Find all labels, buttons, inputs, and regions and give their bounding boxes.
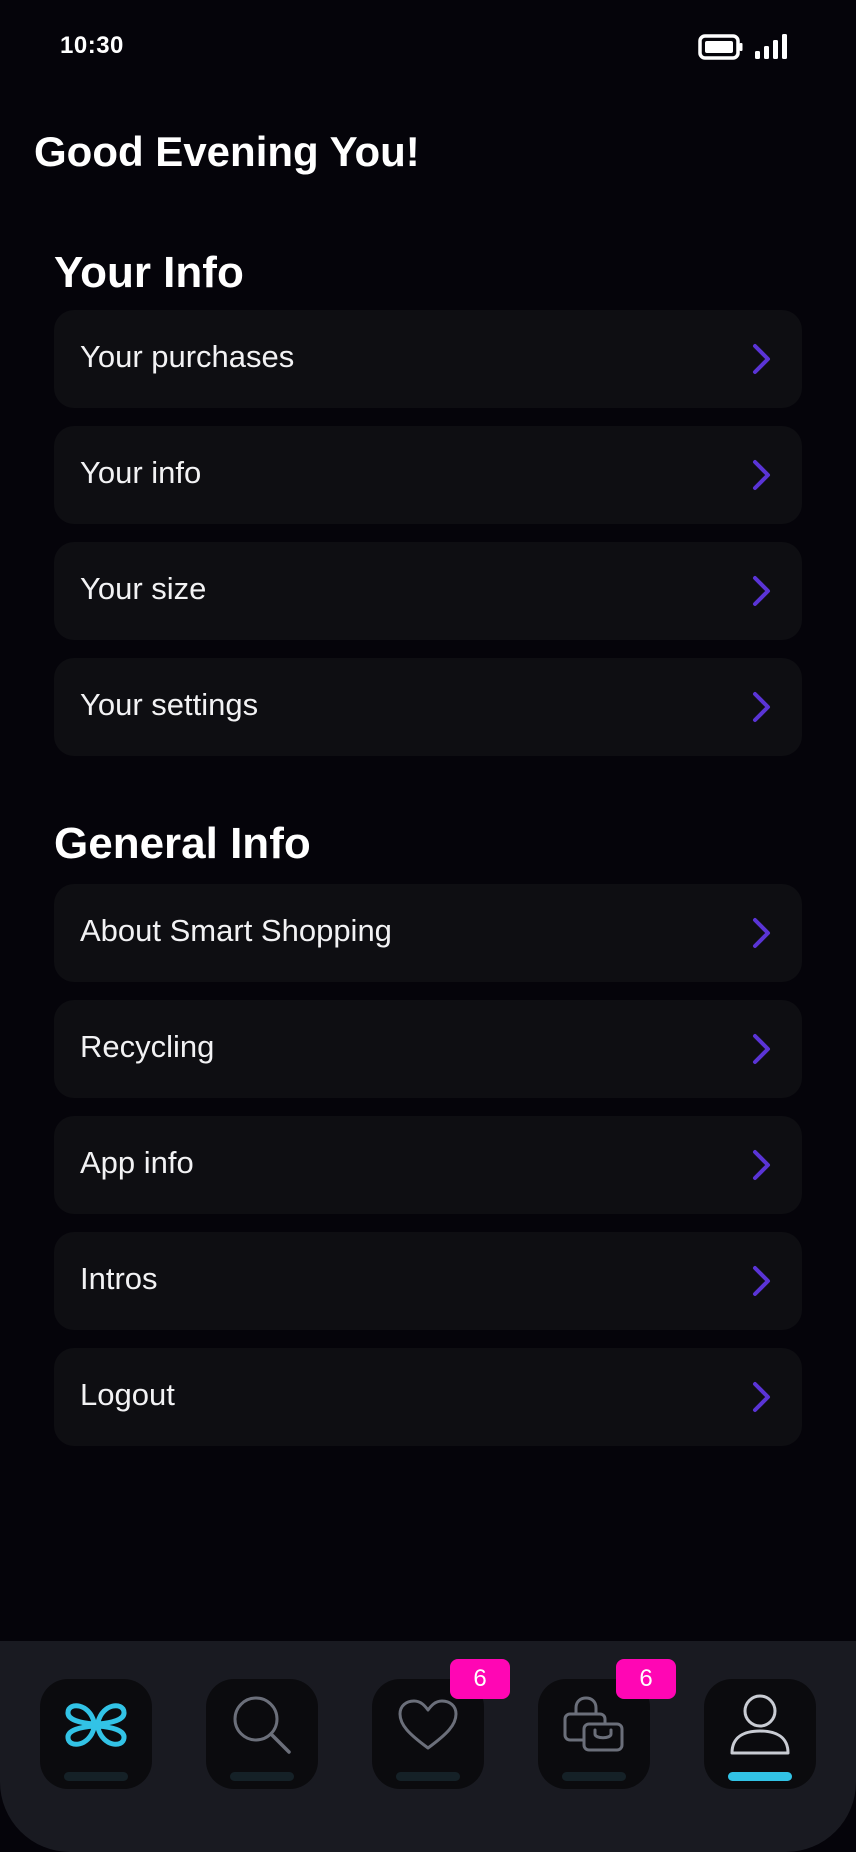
shopping-bag-icon bbox=[563, 1696, 624, 1752]
chevron-right-icon bbox=[753, 1266, 770, 1296]
nav-favorites-button[interactable]: 6 bbox=[372, 1659, 510, 1789]
nav-active-indicator bbox=[728, 1772, 792, 1781]
menu-item-label: Recycling bbox=[80, 1029, 215, 1065]
nav-indicator bbox=[64, 1772, 128, 1781]
chevron-right-icon bbox=[753, 1382, 770, 1412]
chevron-right-icon bbox=[753, 344, 770, 374]
section-title-your-info: Your Info bbox=[54, 248, 244, 297]
status-icons bbox=[698, 34, 790, 60]
menu-item-label: Intros bbox=[80, 1261, 158, 1297]
chevron-right-icon bbox=[753, 918, 770, 948]
status-time: 10:30 bbox=[60, 32, 124, 59]
menu-item-recycling[interactable]: Recycling bbox=[54, 1000, 802, 1098]
search-icon bbox=[233, 1696, 291, 1754]
bag-count-badge: 6 bbox=[616, 1659, 676, 1699]
your-info-menu: Your purchases Your info Your size Your … bbox=[54, 310, 802, 774]
chevron-right-icon bbox=[753, 576, 770, 606]
profile-icon bbox=[730, 1694, 790, 1755]
menu-item-label: Your settings bbox=[80, 687, 259, 723]
battery-full-icon bbox=[698, 34, 743, 60]
nav-home-button[interactable] bbox=[40, 1679, 152, 1789]
menu-item-logout[interactable]: Logout bbox=[54, 1348, 802, 1446]
chevron-right-icon bbox=[753, 1034, 770, 1064]
nav-indicator bbox=[562, 1772, 626, 1781]
general-info-menu: About Smart Shopping Recycling App info … bbox=[54, 884, 802, 1464]
nav-bag-button[interactable]: 6 bbox=[538, 1659, 676, 1789]
nav-search-button[interactable] bbox=[206, 1679, 318, 1789]
menu-item-label: About Smart Shopping bbox=[80, 913, 392, 949]
menu-item-your-purchases[interactable]: Your purchases bbox=[54, 310, 802, 408]
heart-icon bbox=[398, 1699, 458, 1750]
menu-item-your-size[interactable]: Your size bbox=[54, 542, 802, 640]
signal-bars-icon bbox=[755, 34, 787, 59]
section-title-general-info: General Info bbox=[54, 819, 311, 868]
menu-item-about-smart-shopping[interactable]: About Smart Shopping bbox=[54, 884, 802, 982]
nav-profile-button[interactable] bbox=[704, 1679, 816, 1789]
smart-shopping-logo-icon bbox=[65, 1703, 127, 1747]
favorites-count-badge: 6 bbox=[450, 1659, 510, 1699]
greeting-title: Good Evening You! bbox=[34, 128, 420, 175]
nav-indicator bbox=[230, 1772, 294, 1781]
nav-indicator bbox=[396, 1772, 460, 1781]
menu-item-label: App info bbox=[80, 1145, 194, 1181]
menu-item-your-settings[interactable]: Your settings bbox=[54, 658, 802, 756]
menu-item-app-info[interactable]: App info bbox=[54, 1116, 802, 1214]
chevron-right-icon bbox=[753, 460, 770, 490]
bottom-nav: 6 6 bbox=[0, 1641, 856, 1852]
chevron-right-icon bbox=[753, 1150, 770, 1180]
menu-item-label: Your purchases bbox=[80, 339, 295, 375]
menu-item-label: Your size bbox=[80, 571, 207, 607]
menu-item-label: Logout bbox=[80, 1377, 175, 1413]
status-bar: 10:30 bbox=[0, 0, 856, 96]
menu-item-your-info[interactable]: Your info bbox=[54, 426, 802, 524]
menu-item-intros[interactable]: Intros bbox=[54, 1232, 802, 1330]
menu-item-label: Your info bbox=[80, 455, 202, 491]
chevron-right-icon bbox=[753, 692, 770, 722]
